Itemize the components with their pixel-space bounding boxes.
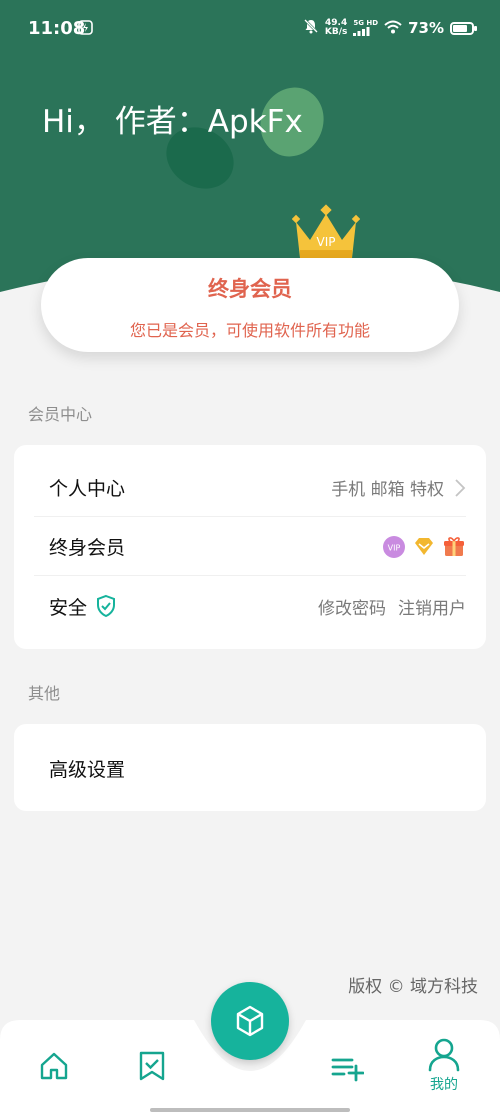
row-personal-center-detail: 手机 邮箱 特权 [331,480,444,500]
row-advanced-settings[interactable]: 高级设置 [34,739,466,797]
nav-item-bookmarks[interactable] [137,1050,167,1082]
row-personal-center-label: 个人中心 [49,478,126,500]
change-password-link[interactable]: 修改密码 [318,594,386,619]
vip-status-card[interactable]: 终身会员 您已是会员，可使用软件所有功能 [41,258,459,352]
copyright-text: 版权 © 域方科技 [348,977,478,997]
member-center-card: 个人中心 手机 邮箱 特权 终身会员 VIP 安全 修改密码 注销用户 [14,445,486,649]
svg-text:VIP: VIP [388,543,401,552]
cube-icon [236,1005,264,1037]
status-bar: 11:08 49.4 KB/s 5G HD 73% [0,0,500,60]
row-security-label: 安全 [49,596,88,619]
nav-item-mine-label: 我的 [430,1077,458,1093]
cell-signal: 5G HD [353,20,378,36]
delete-account-link[interactable]: 注销用户 [398,594,466,619]
bookmark-check-icon [139,1051,165,1081]
mute-bell-icon [303,18,319,38]
home-icon [40,1052,68,1080]
greeting-title: Hi， 作者：ApkFx [42,104,303,140]
shield-check-icon [97,594,116,618]
row-personal-center[interactable]: 个人中心 手机 邮箱 特权 [34,459,466,517]
nav-item-playlist-add[interactable] [330,1052,364,1082]
network-speed-unit: KB/s [324,27,348,37]
vip-badge-icon: VIP [383,535,405,558]
battery-percent: 73% [408,19,444,37]
notification-app-icon [78,20,93,39]
chevron-right-icon [455,478,466,497]
row-lifetime-member[interactable]: 终身会员 VIP [34,518,466,576]
crown-label: VIP [317,235,336,249]
vip-card-subtitle: 您已是会员，可使用软件所有功能 [129,321,370,340]
row-security[interactable]: 安全 修改密码 注销用户 [34,577,466,635]
signal-label: 5G HD [353,19,379,27]
battery-icon [450,21,477,35]
row-lifetime-member-label: 终身会员 [49,537,126,559]
status-time: 11:08 [28,18,86,39]
diamond-badge-icon [415,537,433,555]
nav-item-center-fab[interactable] [211,982,289,1060]
section-title-member-center: 会员中心 [28,405,93,424]
network-speed: 49.4 KB/s [325,19,347,37]
row-advanced-settings-label: 高级设置 [49,758,126,781]
other-card: 高级设置 [14,724,486,811]
crown-icon: VIP [292,204,360,258]
status-right-group: 49.4 KB/s 5G HD 73% [303,18,477,38]
playlist-add-icon [331,1058,364,1082]
nav-item-mine[interactable]: 我的 [426,1036,462,1094]
gift-badge-icon [444,536,464,556]
user-icon [428,1038,460,1072]
vip-card-title: 终身会员 [208,277,292,301]
section-title-other: 其他 [28,684,61,703]
wifi-icon [384,19,402,38]
home-indicator[interactable] [150,1108,350,1112]
nav-item-home[interactable] [38,1050,70,1082]
signal-bars-icon [353,27,370,36]
